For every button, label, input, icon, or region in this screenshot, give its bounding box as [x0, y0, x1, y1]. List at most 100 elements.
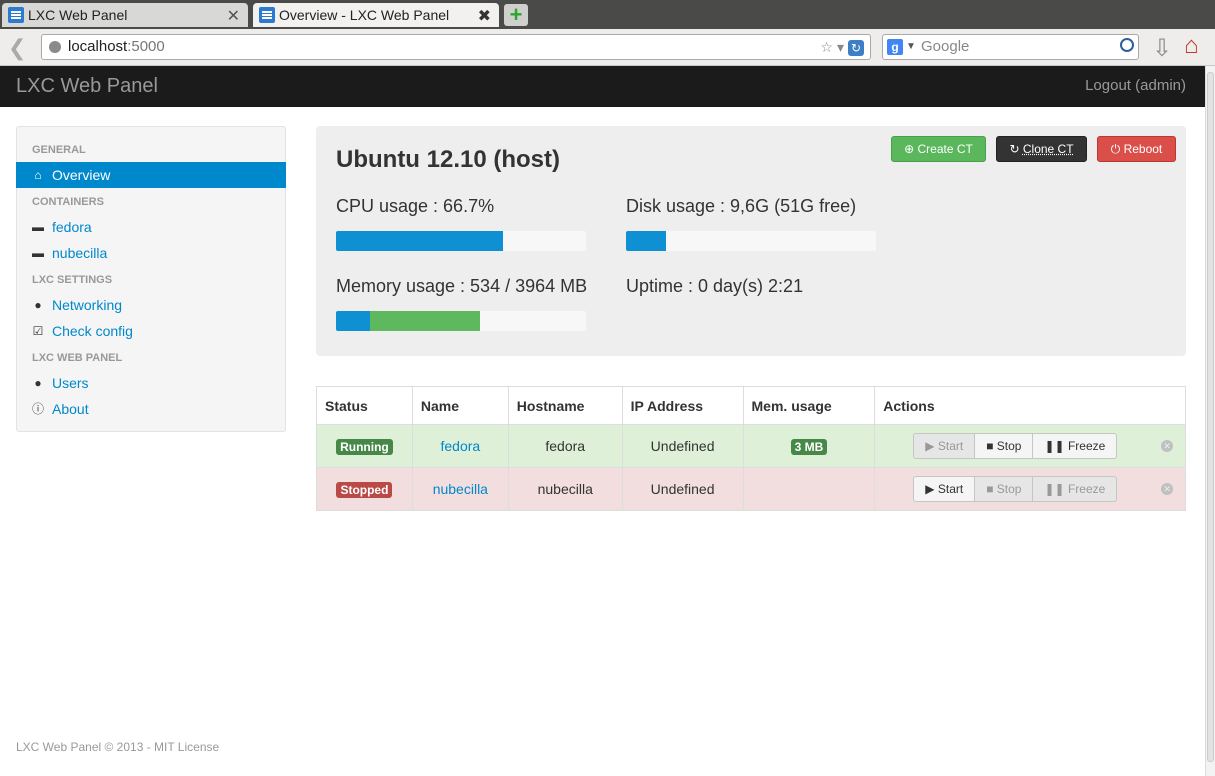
- clone-ct-button[interactable]: ↻ Clone CT: [996, 136, 1087, 162]
- footer: LXC Web Panel © 2013 - MIT License: [16, 740, 220, 754]
- memory-used-fill: [336, 311, 370, 331]
- containers-table: Status Name Hostname IP Address Mem. usa…: [316, 386, 1186, 511]
- page-scrollbar[interactable]: [1205, 66, 1215, 776]
- status-cell: Stopped: [316, 467, 413, 511]
- address-bar[interactable]: localhost:5000 ☆▾ ↻: [41, 34, 871, 60]
- browser-tab-bar: LXC Web Panel ✕ Overview - LXC Web Panel…: [0, 0, 1215, 29]
- column-header: Status: [316, 386, 413, 425]
- close-tab-icon[interactable]: ✖: [478, 6, 491, 26]
- logout-link[interactable]: Logout (admin): [1085, 77, 1186, 94]
- table-row: Stopped nubecilla nubecilla Undefined ▶ …: [316, 467, 1186, 511]
- drive-icon: ▬: [32, 220, 44, 234]
- brand-link[interactable]: LXC Web Panel: [16, 75, 158, 98]
- cpu-usage-label: CPU usage : 66.7%: [336, 196, 495, 216]
- stop-label: Stop: [996, 439, 1022, 453]
- memory-cached-fill: [369, 311, 480, 331]
- sidebar-item-label: Users: [52, 375, 89, 391]
- table-row: Running fedora fedora Undefined 3 MB ▶ S…: [316, 424, 1186, 468]
- browser-tab-lxc-web-panel[interactable]: LXC Web Panel ✕: [2, 3, 248, 27]
- status-badge: Stopped: [336, 481, 393, 498]
- sidebar-item-fedora[interactable]: ▬ fedora: [17, 214, 285, 240]
- site-identity-icon[interactable]: [49, 41, 61, 53]
- home-icon: ⌂: [34, 168, 42, 182]
- column-header: Hostname: [507, 386, 623, 425]
- name-cell: fedora: [411, 424, 509, 468]
- disk-progress-bar: [626, 231, 876, 251]
- container-actions: ▶ Start ■ Stop ❚❚ Freeze: [913, 476, 1118, 502]
- sidebar-item-label: About: [52, 401, 89, 417]
- sidebar-item-label: Networking: [52, 297, 123, 313]
- browser-nav-bar: ❮ localhost:5000 ☆▾ ↻ g ▼ Google ⇩ ⌂: [0, 29, 1215, 66]
- google-engine-icon[interactable]: g: [887, 39, 903, 55]
- start-label: Start: [937, 439, 964, 453]
- cpu-progress-fill: [336, 231, 503, 251]
- back-arrow-icon[interactable]: ❮: [8, 35, 26, 61]
- stop-icon: ■: [986, 439, 994, 453]
- scrollbar-thumb[interactable]: [1207, 72, 1214, 762]
- sidebar-item-label: fedora: [52, 219, 92, 235]
- stop-button[interactable]: ■ Stop: [975, 433, 1034, 459]
- reload-icon[interactable]: ↻: [848, 40, 864, 56]
- remove-container-icon[interactable]: ✕: [1161, 440, 1174, 452]
- sidebar-header-lxc-web-panel: LXC WEB PANEL: [32, 352, 123, 364]
- history-dropdown-icon[interactable]: ▾: [837, 39, 848, 55]
- reboot-button[interactable]: ⏻ Reboot: [1097, 136, 1176, 162]
- browser-tab-overview[interactable]: Overview - LXC Web Panel ✖: [253, 3, 499, 27]
- disk-usage-label: Disk usage : 9,6G (51G free): [626, 196, 857, 216]
- actions-cell: ▶ Start ■ Stop ❚❚ Freeze ✕: [874, 467, 1186, 511]
- tab-title: LXC Web Panel: [28, 7, 128, 23]
- url-bar-icons: ☆▾ ↻: [820, 35, 864, 59]
- search-placeholder: Google: [921, 38, 970, 55]
- memory-progress-bar: [336, 311, 586, 331]
- ip-cell: Undefined: [621, 424, 744, 468]
- container-name-link[interactable]: nubecilla: [433, 481, 488, 497]
- home-icon[interactable]: ⌂: [1184, 32, 1199, 60]
- freeze-button[interactable]: ❚❚ Freeze: [1033, 433, 1118, 459]
- freeze-label: Freeze: [1067, 482, 1106, 496]
- sidebar-item-nubecilla[interactable]: ▬ nubecilla: [17, 240, 285, 266]
- download-icon[interactable]: ⇩: [1152, 34, 1172, 63]
- bookmark-star-icon[interactable]: ☆: [820, 39, 837, 55]
- freeze-button[interactable]: ❚❚ Freeze: [1033, 476, 1118, 502]
- column-header: Actions: [874, 386, 1186, 425]
- search-bar[interactable]: g ▼ Google: [882, 34, 1139, 60]
- create-ct-button[interactable]: ⊕ Create CT: [891, 136, 986, 162]
- remove-container-icon[interactable]: ✕: [1161, 483, 1174, 495]
- sidebar-item-label: Check config: [52, 323, 133, 339]
- sidebar-item-check-config[interactable]: ☑ Check config: [17, 318, 285, 344]
- panel-favicon-icon: [8, 7, 24, 23]
- close-tab-icon[interactable]: ✕: [227, 6, 240, 26]
- play-icon: ▶: [925, 439, 935, 453]
- container-name-link[interactable]: fedora: [440, 438, 480, 454]
- stop-label: Stop: [996, 482, 1022, 496]
- stop-button[interactable]: ■ Stop: [975, 476, 1034, 502]
- sidebar-item-users[interactable]: ● Users: [17, 370, 285, 396]
- uptime-label: Uptime : 0 day(s) 2:21: [626, 276, 804, 296]
- start-button[interactable]: ▶ Start: [913, 433, 976, 459]
- clone-ct-label: Clone CT: [1022, 142, 1074, 156]
- mem-cell: [742, 467, 876, 511]
- new-tab-button[interactable]: +: [504, 4, 528, 26]
- sidebar-item-networking[interactable]: ● Networking: [17, 292, 285, 318]
- mem-usage-badge: 3 MB: [790, 438, 828, 455]
- column-header: Mem. usage: [742, 386, 876, 425]
- url-port: :5000: [127, 38, 165, 55]
- memory-usage-label: Memory usage : 534 / 3964 MB: [336, 276, 588, 296]
- sidebar-header-lxc-settings: LXC SETTINGS: [32, 274, 113, 286]
- sidebar-item-overview[interactable]: ⌂ Overview: [16, 162, 286, 188]
- pause-icon: ❚❚: [1044, 439, 1065, 453]
- hostname-cell: nubecilla: [507, 467, 623, 511]
- column-header: IP Address: [621, 386, 744, 425]
- sidebar-item-about[interactable]: ⓘ About: [17, 396, 285, 422]
- search-icon[interactable]: [1120, 38, 1134, 52]
- engine-dropdown-icon[interactable]: ▼: [906, 35, 916, 59]
- container-actions: ▶ Start ■ Stop ❚❚ Freeze: [913, 433, 1118, 459]
- status-cell: Running: [316, 424, 413, 468]
- plus-circle-icon: ⊕: [904, 142, 915, 156]
- start-button[interactable]: ▶ Start: [913, 476, 976, 502]
- column-header: Name: [411, 386, 509, 425]
- tab-title: Overview - LXC Web Panel: [279, 7, 450, 23]
- refresh-icon: ↻: [1009, 142, 1020, 156]
- host-title: Ubuntu 12.10 (host): [336, 146, 561, 173]
- globe-icon: ●: [34, 298, 42, 312]
